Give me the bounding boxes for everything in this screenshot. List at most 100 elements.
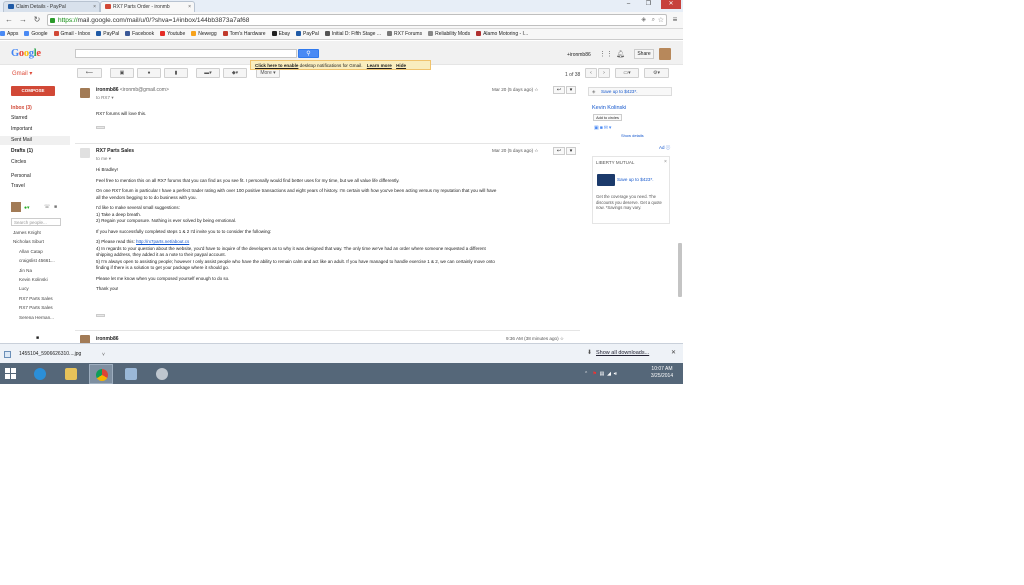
- star-icon[interactable]: ☆: [658, 15, 664, 26]
- sender-avatar[interactable]: [80, 148, 90, 158]
- recipient-line[interactable]: to RX7 ▾: [96, 95, 114, 101]
- archive-button[interactable]: ▣: [110, 68, 134, 78]
- about-link[interactable]: http://rx7parts.net/about.cs: [136, 239, 189, 244]
- ad-label[interactable]: Ad ⓘ: [659, 145, 670, 151]
- show-trimmed-content[interactable]: [96, 314, 105, 317]
- report-spam-button[interactable]: ●: [137, 68, 161, 78]
- app-gears[interactable]: [150, 364, 174, 384]
- ad-box[interactable]: LIBERTY MUTUAL × Save up to $423*. Get t…: [592, 156, 670, 224]
- nav-item[interactable]: Travel: [0, 182, 70, 191]
- nav-item[interactable]: Sent Mail: [0, 136, 70, 145]
- move-to-button[interactable]: ▬▾: [196, 68, 220, 78]
- apps-grid-icon[interactable]: ⋮⋮: [599, 50, 613, 58]
- close-icon[interactable]: ✕: [671, 349, 676, 356]
- flag-icon[interactable]: ⚑: [592, 371, 596, 377]
- bookmark-item[interactable]: Apps: [0, 29, 18, 39]
- tab-close-icon[interactable]: ×: [188, 4, 191, 10]
- contact-item[interactable]: Serena Hernan...: [19, 314, 54, 322]
- sender-name[interactable]: ironmb86 <ironmb@gmail.com>: [96, 87, 169, 93]
- internet-explorer-app[interactable]: [28, 364, 52, 384]
- contact-item[interactable]: Allan Catap: [19, 248, 43, 256]
- bookmark-item[interactable]: Youtube: [160, 29, 185, 39]
- bookmark-item[interactable]: Ebay: [271, 29, 290, 39]
- labels-button[interactable]: ◆▾: [223, 68, 247, 78]
- status-dot-icon[interactable]: ●▾: [24, 205, 30, 211]
- bookmark-item[interactable]: Newegg: [191, 29, 217, 39]
- tab-close-icon[interactable]: ×: [93, 4, 96, 10]
- app-window[interactable]: [119, 364, 143, 384]
- tab-paypal[interactable]: Claim Details - PayPal ×: [3, 1, 100, 12]
- address-bar[interactable]: https://mail.google.com/mail/u/0/?shva=1…: [47, 14, 667, 26]
- nav-item[interactable]: Personal: [0, 172, 70, 181]
- chrome-app[interactable]: [89, 364, 113, 384]
- contact-name[interactable]: Kevin Kolinski: [592, 105, 626, 111]
- bookmark-item[interactable]: RX7 Forums: [387, 29, 422, 39]
- settings-button[interactable]: ⚙▾: [644, 68, 669, 78]
- contact-actions-icons[interactable]: ▣■✉▾: [594, 125, 612, 131]
- magnifier-icon[interactable]: ⌕: [652, 15, 655, 26]
- nav-item[interactable]: Drafts (1): [0, 147, 70, 156]
- chat-avatar[interactable]: [11, 202, 21, 212]
- contact-item[interactable]: Kevin Kolinski: [19, 276, 48, 284]
- input-tools-button[interactable]: ▭▾: [615, 68, 639, 78]
- back-icon[interactable]: ←: [4, 15, 14, 25]
- promo-link[interactable]: ◈ Save up to $423*.: [588, 87, 672, 96]
- nav-item[interactable]: Important: [0, 125, 70, 134]
- ad-headline[interactable]: Save up to $423*.: [617, 177, 654, 182]
- back-to-inbox-button[interactable]: ⟵: [77, 68, 102, 78]
- contact-item[interactable]: James Knight: [13, 229, 41, 237]
- learn-more-link[interactable]: Learn more: [367, 63, 392, 68]
- file-explorer-app[interactable]: [59, 364, 83, 384]
- enable-notifications-link[interactable]: Click here to enable: [255, 63, 298, 68]
- contact-item[interactable]: Lucy: [19, 285, 29, 293]
- add-to-circles-button[interactable]: Add to circles: [593, 114, 622, 121]
- bookmark-item[interactable]: Alamo Motoring - I...: [476, 29, 528, 39]
- reply-button[interactable]: ↩: [553, 147, 565, 155]
- contact-item[interactable]: Jin Na: [19, 267, 32, 275]
- sender-avatar[interactable]: [80, 88, 90, 98]
- scrollbar-thumb[interactable]: [678, 243, 682, 297]
- contact-item[interactable]: craigslist 45661...: [19, 257, 55, 265]
- bookmark-item[interactable]: Facebook: [125, 29, 154, 39]
- gmail-menu[interactable]: Gmail ▾: [12, 70, 32, 77]
- window-close-icon[interactable]: ✕: [661, 0, 681, 9]
- clock[interactable]: 10:07 AM 3/25/2014: [643, 366, 681, 380]
- nav-item[interactable]: Inbox (3): [0, 104, 70, 113]
- show-trimmed-content[interactable]: [96, 126, 105, 129]
- sender-avatar[interactable]: [80, 335, 90, 343]
- download-item[interactable]: 1455104_5906626310....jpg ˅: [4, 348, 105, 361]
- bookmark-item[interactable]: PayPal: [96, 29, 119, 39]
- network-icon[interactable]: ▤: [600, 371, 605, 377]
- volume-icon[interactable]: 🔊︎: [614, 371, 617, 377]
- username[interactable]: +ironmb86: [567, 52, 591, 58]
- show-all-downloads-link[interactable]: Show all downloads...: [596, 350, 649, 356]
- hide-link[interactable]: Hide: [396, 63, 406, 68]
- minimize-icon[interactable]: –: [622, 0, 635, 9]
- contact-item[interactable]: RX7 Parts Sales: [19, 304, 53, 312]
- sender-name[interactable]: RX7 Parts Sales: [96, 148, 134, 154]
- tray-expand-icon[interactable]: ⌃: [584, 371, 588, 377]
- share-button[interactable]: Share: [634, 49, 654, 59]
- search-input[interactable]: [75, 49, 297, 58]
- next-button[interactable]: ›: [598, 68, 610, 78]
- windows-start-icon[interactable]: [5, 368, 17, 380]
- sender-name[interactable]: ironmb86: [96, 336, 119, 342]
- show-details-link[interactable]: Show details: [621, 133, 644, 138]
- contact-item[interactable]: RX7 Parts Sales: [19, 295, 53, 303]
- more-actions-button[interactable]: ▾: [566, 147, 576, 155]
- nav-item[interactable]: Circles: [0, 158, 70, 167]
- nav-item[interactable]: Starred: [0, 114, 70, 123]
- delete-button[interactable]: ▮: [164, 68, 188, 78]
- avatar[interactable]: [659, 48, 671, 60]
- signal-icon[interactable]: ◢: [607, 371, 611, 377]
- chevron-down-icon[interactable]: ˅: [102, 349, 105, 361]
- menu-icon[interactable]: ≡: [670, 15, 680, 25]
- bookmark-item[interactable]: PayPal: [295, 29, 319, 39]
- forward-icon[interactable]: →: [18, 15, 28, 25]
- tab-gmail[interactable]: RX7 Parts Order - ironmb ×: [100, 1, 195, 12]
- bookmark-item[interactable]: Initial D: Fifth Stage ...: [324, 29, 381, 39]
- video-icon[interactable]: ■: [54, 204, 57, 210]
- bookmark-item[interactable]: Tom's Hardware: [222, 29, 266, 39]
- contact-item[interactable]: Nicholas Siburt: [13, 238, 44, 246]
- prev-button[interactable]: ‹: [585, 68, 597, 78]
